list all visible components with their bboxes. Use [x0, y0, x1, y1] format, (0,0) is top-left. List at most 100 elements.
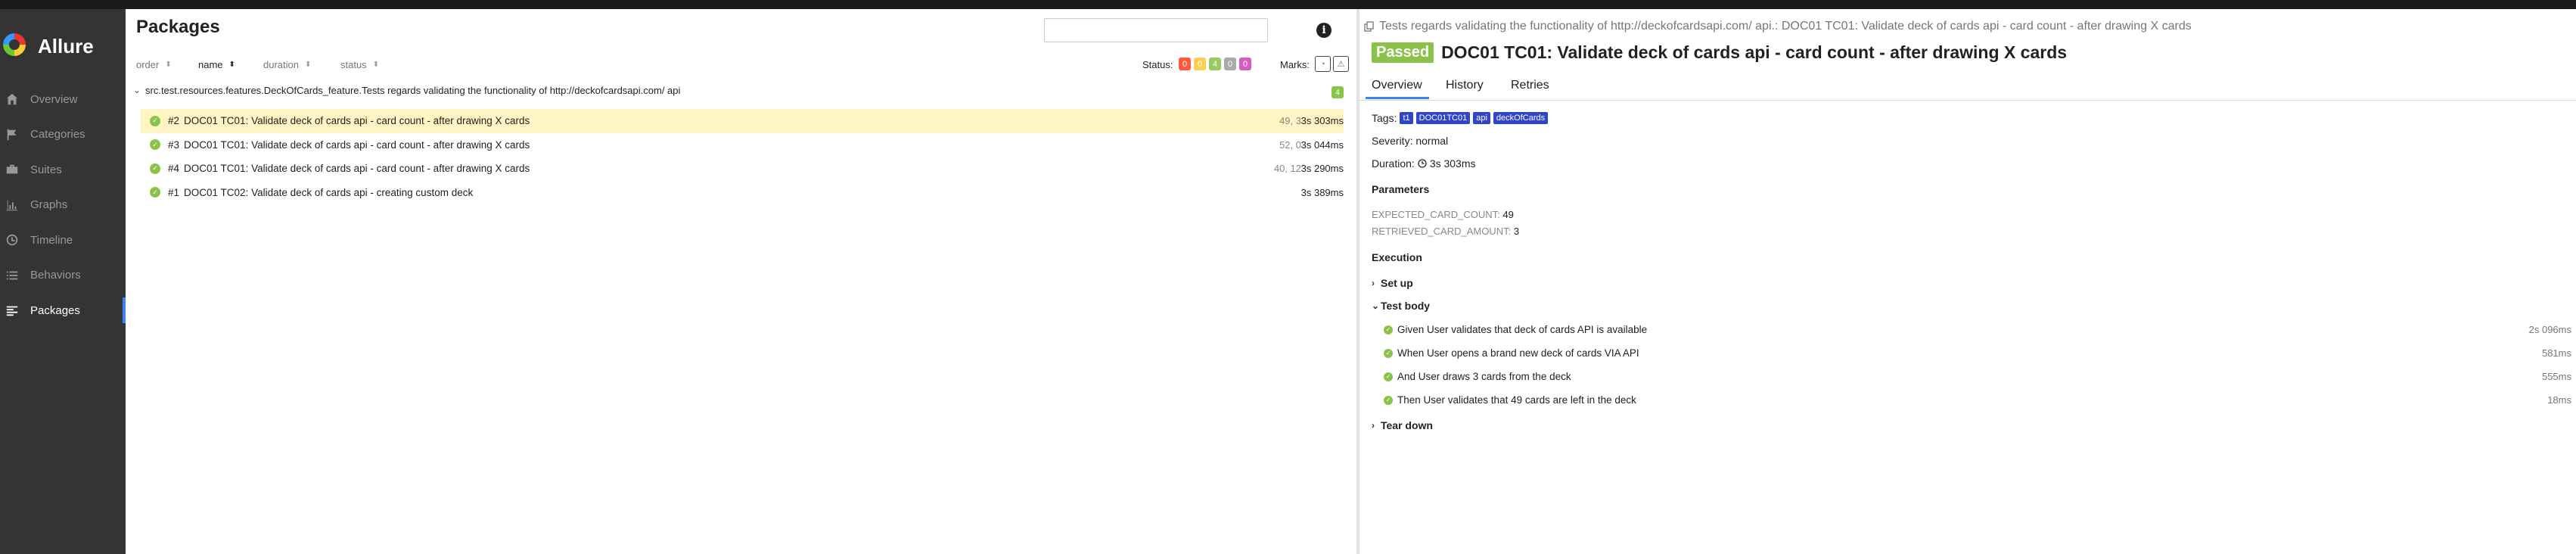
status-skipped-badge[interactable]: 0	[1224, 58, 1236, 70]
info-icon[interactable]: i	[1316, 23, 1332, 38]
sort-order-button[interactable]: order ⬍	[136, 59, 172, 70]
test-number: #4	[168, 163, 180, 175]
test-params: 49, 3	[1279, 115, 1301, 127]
parameter-value: 3	[1513, 226, 1520, 237]
sort-name-button[interactable]: name ⬍	[198, 59, 235, 70]
tab-retries[interactable]: Retries	[1511, 79, 1549, 92]
passed-check-icon: ✓	[1384, 372, 1393, 381]
detail-tabs: Overview History Retries	[1359, 73, 2576, 101]
tag-badge: api	[1473, 112, 1490, 124]
active-tab-indicator	[1366, 97, 1429, 99]
step-duration: 2s 096ms	[2528, 324, 2571, 335]
step-row[interactable]: ✓ When User opens a brand new deck of car…	[1384, 347, 2571, 359]
sort-label: order	[136, 59, 160, 70]
tab-history[interactable]: History	[1446, 79, 1484, 92]
package-count-badge: 4	[1332, 86, 1344, 98]
chevron-down-icon: ⌄	[1372, 300, 1380, 311]
step-text: And User draws 3 cards from the deck	[1397, 371, 1571, 382]
passed-check-icon: ✓	[150, 139, 160, 151]
test-duration: 3s 389ms	[1300, 186, 1344, 198]
sort-arrows-icon: ⬍	[304, 61, 312, 69]
tag-badge: deckOfCards	[1493, 112, 1549, 124]
test-number: #2	[168, 115, 180, 127]
status-filter-badges: 0 0 4 0 0	[1179, 58, 1251, 70]
passed-check-icon: ✓	[1384, 348, 1393, 358]
sort-status-button[interactable]: status ⬍	[340, 59, 379, 70]
sidebar-item-label: Packages	[30, 303, 80, 317]
status-broken-badge[interactable]: 0	[1194, 58, 1206, 70]
sidebar-item-label: Graphs	[30, 198, 68, 212]
section-label: Set up	[1381, 277, 1413, 289]
search-input[interactable]	[1044, 18, 1268, 42]
step-duration: 18ms	[2547, 394, 2571, 406]
step-text: Then User validates that 49 cards are le…	[1397, 394, 1636, 406]
parameter-row: RETRIEVED_CARD_AMOUNT: 3	[1372, 226, 1519, 237]
status-passed-badge[interactable]: 4	[1209, 58, 1221, 70]
package-group[interactable]: ⌄ src.test.resources.features.DeckOfCard…	[133, 80, 1344, 100]
chevron-right-icon: ›	[1372, 278, 1375, 288]
chevron-down-icon: ⌄	[133, 85, 141, 95]
sidebar-item-suites[interactable]: Suites	[0, 152, 126, 188]
test-row[interactable]: ✓ #3 DOC01 TC01: Validate deck of cards ap…	[141, 133, 1344, 157]
test-title-row: Passed DOC01 TC01: Validate deck of card…	[1372, 42, 2067, 63]
warning-mark-icon[interactable]: ⚠	[1333, 56, 1349, 72]
sidebar-item-label: Categories	[30, 128, 85, 142]
browser-top-strip	[0, 0, 2576, 9]
setup-section-toggle[interactable]: › Set up	[1372, 277, 1413, 289]
test-duration: 3s 290ms	[1300, 163, 1344, 175]
test-list: ✓ #2 DOC01 TC01: Validate deck of cards ap…	[141, 109, 1344, 204]
execution-heading: Execution	[1372, 251, 1422, 263]
test-duration: 3s 044ms	[1300, 138, 1344, 151]
status-unknown-badge[interactable]: 0	[1239, 58, 1251, 70]
test-row[interactable]: ✓ #1 DOC01 TC02: Validate deck of cards ap…	[141, 181, 1344, 205]
brand[interactable]: Allure	[0, 23, 126, 68]
sidebar-item-graphs[interactable]: Graphs	[0, 188, 126, 223]
test-detail-pane: Tests regards validating the functionali…	[1359, 9, 2576, 554]
brand-name: Allure	[38, 35, 94, 58]
test-name: DOC01 TC02: Validate deck of cards api -…	[184, 186, 474, 198]
sort-arrows-icon: ⬍	[165, 61, 172, 69]
sidebar-item-overview[interactable]: Overview	[0, 82, 126, 117]
test-number: #3	[168, 138, 180, 151]
parameter-name: EXPECTED_CARD_COUNT:	[1372, 209, 1500, 220]
sort-label: status	[340, 59, 367, 70]
test-row[interactable]: ✓ #4 DOC01 TC01: Validate deck of cards ap…	[141, 157, 1344, 181]
tag-badge: t1	[1400, 112, 1413, 124]
severity-row: Severity: normal	[1372, 135, 1449, 147]
copy-icon[interactable]	[1364, 21, 1375, 32]
allure-logo-icon	[3, 33, 26, 56]
chevron-right-icon: ›	[1372, 420, 1375, 431]
step-row[interactable]: ✓ And User draws 3 cards from the deck 555…	[1384, 371, 2571, 382]
test-row[interactable]: ✓ #2 DOC01 TC01: Validate deck of cards ap…	[141, 109, 1344, 133]
test-name: DOC01 TC01: Validate deck of cards api -…	[184, 138, 530, 151]
status-failed-badge[interactable]: 0	[1179, 58, 1191, 70]
parameter-row: EXPECTED_CARD_COUNT: 49	[1372, 209, 1514, 220]
sort-duration-button[interactable]: duration ⬍	[263, 59, 311, 70]
packages-pane: Packages i order ⬍ name ⬍ duration ⬍ status…	[126, 9, 1356, 554]
test-title: DOC01 TC01: Validate deck of cards api -…	[1441, 42, 2068, 62]
test-params: 40, 12	[1273, 163, 1301, 175]
step-row[interactable]: ✓ Then User validates that 49 cards are l…	[1384, 394, 2571, 406]
flaky-mark-icon[interactable]: ◔	[1315, 56, 1331, 72]
test-name: DOC01 TC01: Validate deck of cards api -…	[184, 115, 530, 127]
sort-arrows-icon: ⬍	[372, 61, 380, 69]
sidebar-item-categories[interactable]: Categories	[0, 117, 126, 153]
test-number: #1	[168, 186, 180, 198]
tags-row: Tags: t1 DOC01TC01 api deckOfCards	[1372, 112, 1549, 124]
sidebar-item-label: Overview	[30, 92, 78, 106]
tab-overview[interactable]: Overview	[1372, 79, 1422, 98]
sidebar: Allure Overview Categories Suites Graphs…	[0, 9, 126, 554]
step-row[interactable]: ✓ Given User validates that deck of cards…	[1384, 324, 2571, 335]
sidebar-item-packages[interactable]: Packages	[0, 293, 126, 328]
teardown-section-toggle[interactable]: › Tear down	[1372, 419, 1433, 431]
sidebar-item-label: Timeline	[30, 233, 73, 247]
sidebar-item-behaviors[interactable]: Behaviors	[0, 258, 126, 294]
test-body-section-toggle[interactable]: ⌄ Test body	[1372, 300, 1430, 312]
briefcase-icon	[3, 162, 21, 177]
passed-check-icon: ✓	[150, 115, 160, 126]
sidebar-item-label: Suites	[30, 163, 62, 176]
parameters-heading: Parameters	[1372, 183, 1430, 195]
section-label: Test body	[1381, 300, 1431, 312]
sidebar-nav: Overview Categories Suites Graphs Timeli…	[0, 82, 126, 328]
sidebar-item-timeline[interactable]: Timeline	[0, 223, 126, 258]
